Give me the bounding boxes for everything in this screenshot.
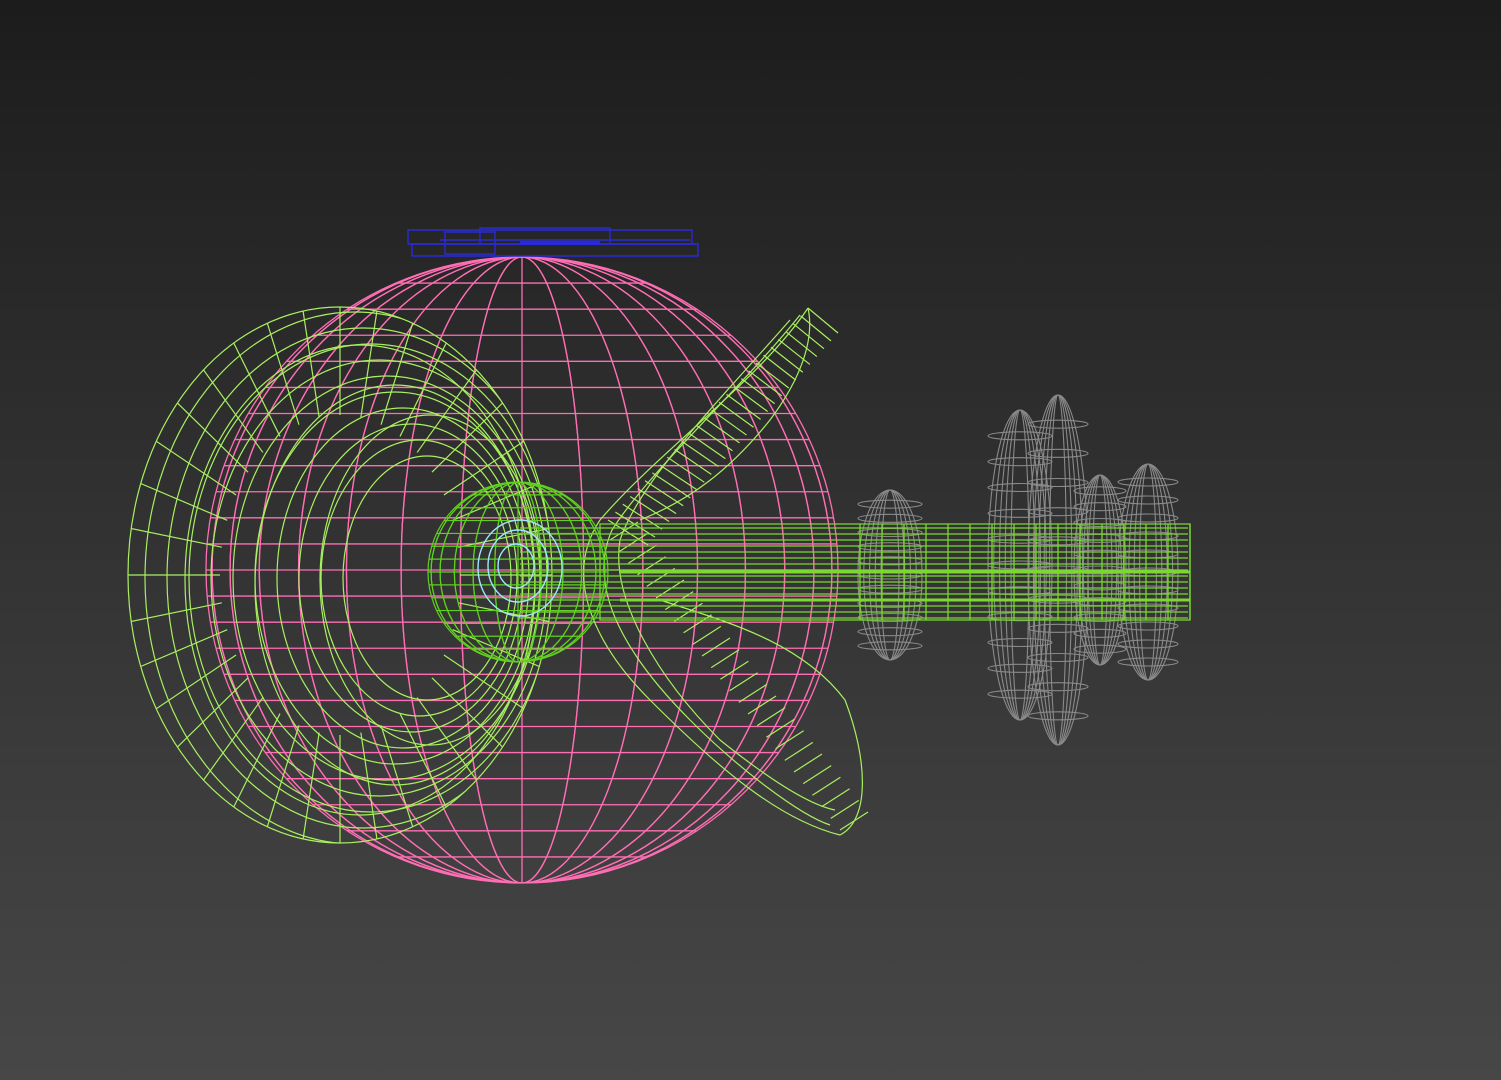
bridge-plate[interactable]	[408, 228, 698, 256]
3d-viewport[interactable]	[0, 0, 1501, 1080]
sound-hole-sphere[interactable]	[428, 482, 608, 662]
wireframe-scene[interactable]	[0, 0, 1501, 1080]
guitar-body-torus[interactable]	[100, 275, 580, 875]
